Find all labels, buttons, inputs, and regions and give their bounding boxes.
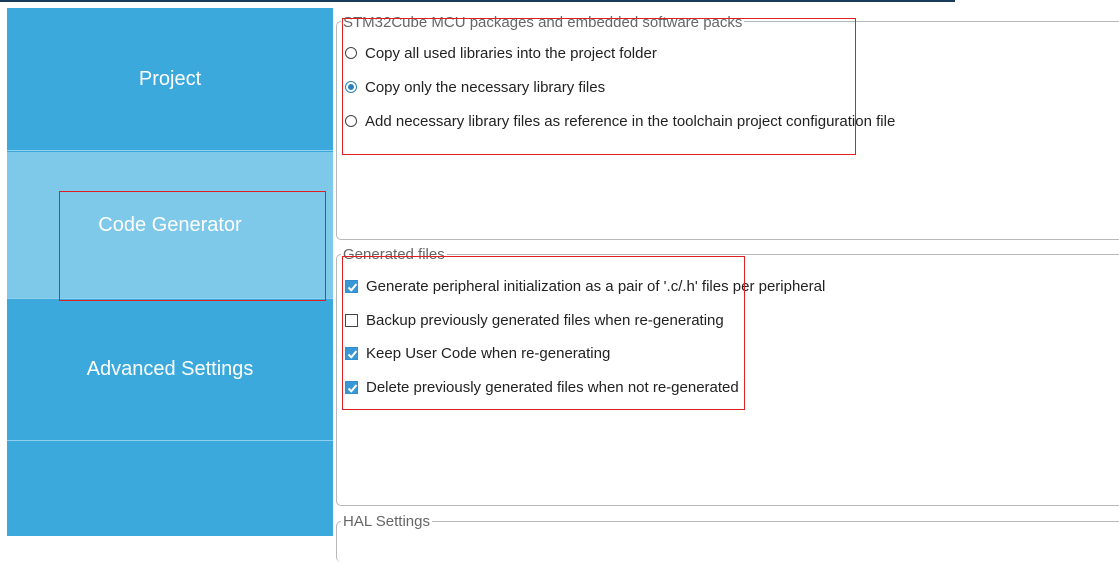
checkbox-label: Backup previously generated files when r… — [366, 311, 724, 329]
radio-copy-all[interactable]: Copy all used libraries into the project… — [345, 43, 657, 63]
radio-label: Add necessary library files as reference… — [365, 112, 896, 130]
packs-legend: STM32Cube MCU packages and embedded soft… — [341, 14, 745, 31]
nav-item-label: Project — [138, 67, 202, 90]
nav-item-project[interactable]: Project — [7, 8, 333, 151]
checkbox-keep-user-code[interactable]: Keep User Code when re-generating — [345, 343, 610, 363]
checkmark-icon — [347, 383, 358, 393]
nav-item-label: Code Generator — [98, 213, 242, 236]
radio-label: Copy all used libraries into the project… — [365, 44, 657, 62]
radio-button[interactable] — [345, 47, 357, 59]
sidebar: Project Code Generator Advanced Settings — [7, 8, 333, 536]
top-divider-left — [0, 0, 480, 2]
checkbox-label: Keep User Code when re-generating — [366, 344, 611, 362]
checkbox-delete-previous[interactable]: Delete previously generated files when n… — [345, 377, 739, 397]
nav-item-advanced-settings[interactable]: Advanced Settings — [7, 299, 333, 441]
radio-copy-necessary[interactable]: Copy only the necessary library files — [345, 77, 605, 97]
generated-files-legend: Generated files — [341, 246, 447, 263]
checkbox-checked[interactable] — [345, 380, 358, 394]
radio-button-selected[interactable] — [345, 81, 357, 93]
checkbox-generate-peripheral-pair[interactable]: Generate peripheral initialization as a … — [345, 276, 825, 296]
checkbox-label: Delete previously generated files when n… — [366, 378, 739, 396]
top-divider-right — [480, 0, 955, 2]
hal-settings-legend: HAL Settings — [341, 513, 432, 530]
checkmark-icon — [347, 349, 358, 359]
nav-empty-area — [7, 441, 333, 536]
radio-label: Copy only the necessary library files — [365, 78, 606, 96]
hal-settings-group — [336, 521, 1119, 562]
checkbox-checked[interactable] — [345, 279, 358, 293]
checkmark-icon — [347, 282, 358, 292]
checkbox-unchecked[interactable] — [345, 313, 358, 327]
nav-item-label: Advanced Settings — [86, 358, 254, 380]
radio-add-reference[interactable]: Add necessary library files as reference… — [345, 111, 895, 131]
radio-button[interactable] — [345, 115, 357, 127]
checkbox-checked[interactable] — [345, 346, 358, 360]
checkbox-label: Generate peripheral initialization as a … — [366, 277, 826, 295]
nav-item-code-generator[interactable]: Code Generator — [7, 152, 333, 299]
checkbox-backup-generated[interactable]: Backup previously generated files when r… — [345, 310, 724, 330]
